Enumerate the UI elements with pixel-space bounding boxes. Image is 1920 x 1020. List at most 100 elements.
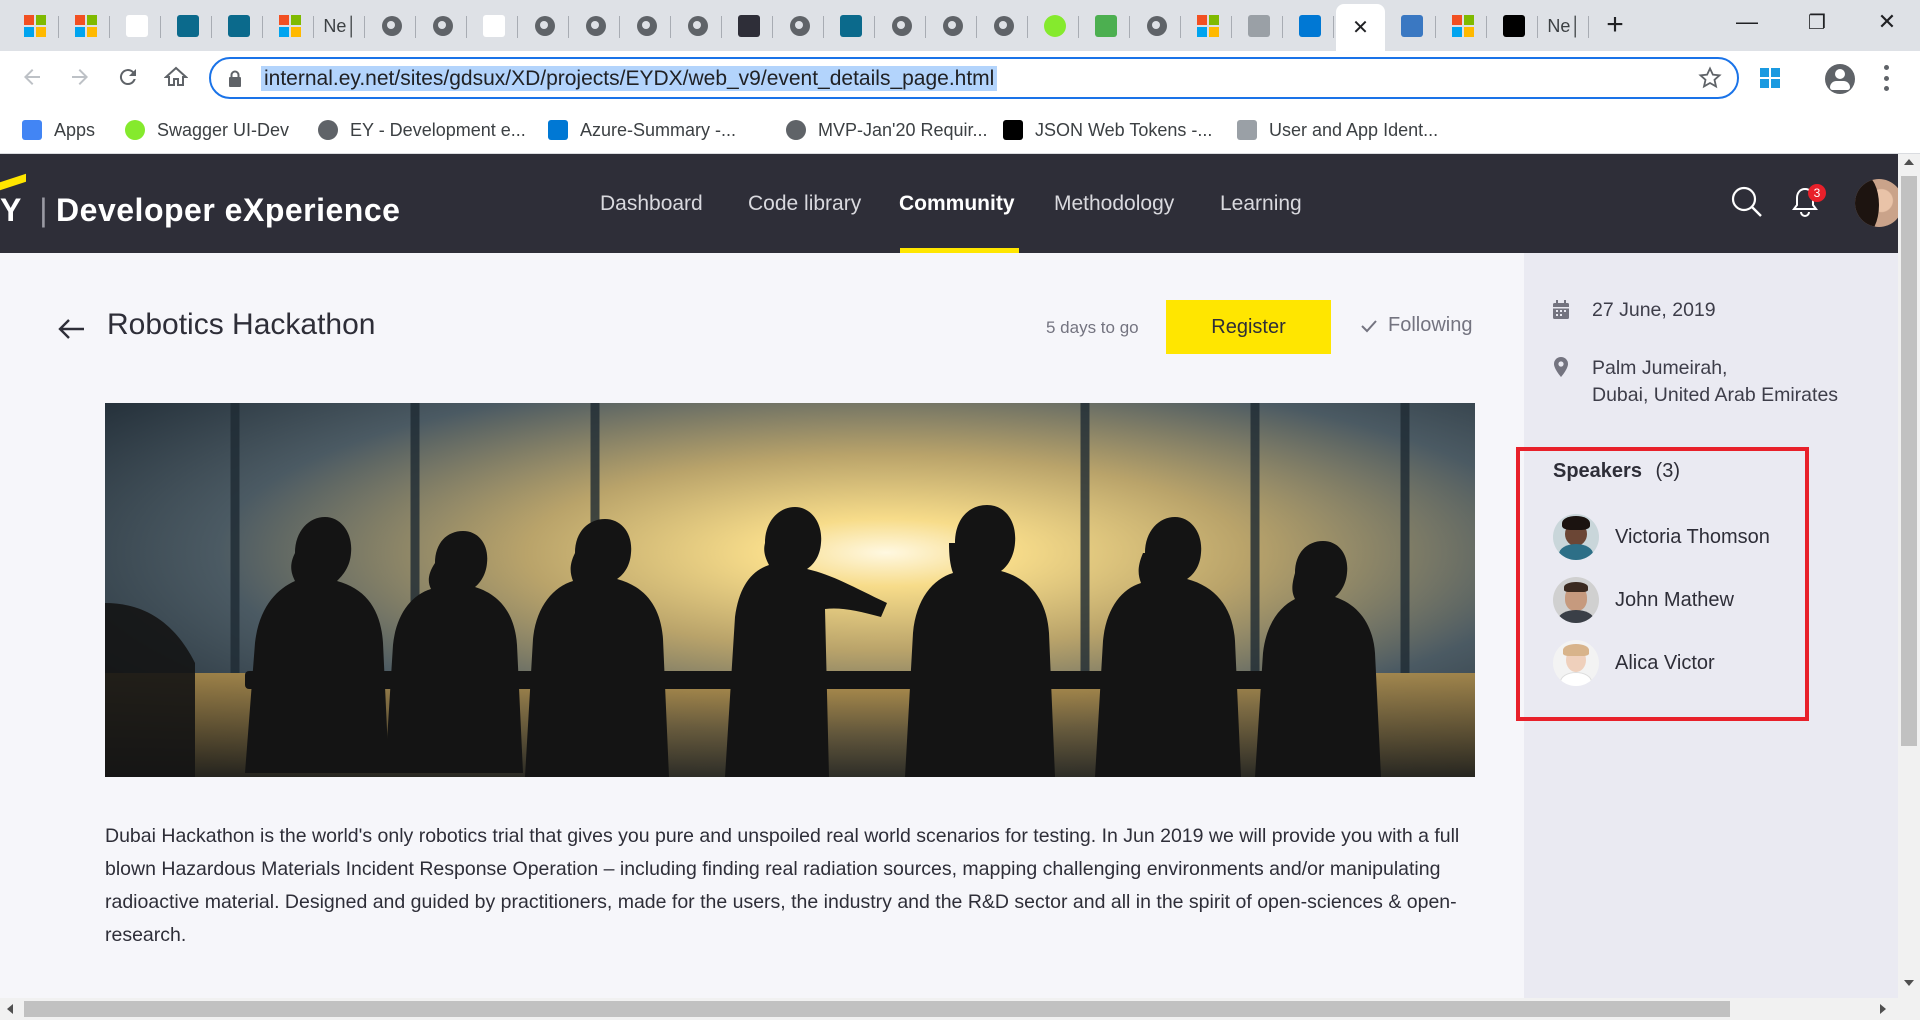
- horizontal-scrollbar[interactable]: [0, 998, 1920, 1020]
- browser-tab[interactable]: [1183, 4, 1232, 48]
- browser-tab[interactable]: [724, 4, 773, 48]
- tab-separator: [1435, 16, 1436, 38]
- browser-tab[interactable]: [418, 4, 467, 48]
- restore-button[interactable]: ❐: [1786, 0, 1848, 44]
- nav-code-library[interactable]: Code library: [748, 192, 861, 216]
- bookmark-item[interactable]: Apps: [22, 116, 95, 144]
- browser-tab[interactable]: [163, 4, 212, 48]
- speaker-item[interactable]: Victoria Thomson: [1553, 514, 1770, 560]
- windows-extension-icon[interactable]: [1760, 68, 1782, 90]
- bookmark-item[interactable]: Azure-Summary -...: [548, 116, 736, 144]
- browser-tab[interactable]: Ne│: [316, 4, 365, 48]
- new-tab-button[interactable]: +: [1595, 6, 1635, 44]
- star-icon[interactable]: [1698, 66, 1722, 90]
- browser-tab[interactable]: [571, 4, 620, 48]
- tab-separator: [109, 16, 110, 38]
- user-avatar[interactable]: [1855, 179, 1903, 227]
- browser-tab[interactable]: [826, 4, 875, 48]
- brand-divider: |: [29, 192, 49, 228]
- register-button[interactable]: Register: [1166, 300, 1331, 354]
- tab-separator: [874, 16, 875, 38]
- speaker-name[interactable]: John Mathew: [1615, 589, 1734, 612]
- bookmark-label: JSON Web Tokens -...: [1035, 119, 1213, 140]
- following-label: Following: [1388, 314, 1473, 336]
- browser-tab[interactable]: [673, 4, 722, 48]
- browser-tab[interactable]: [61, 4, 110, 48]
- browser-tab[interactable]: [1285, 4, 1334, 48]
- vertical-scroll-thumb[interactable]: [1901, 176, 1917, 746]
- browser-tab[interactable]: [214, 4, 263, 48]
- browser-tab[interactable]: [1387, 4, 1436, 48]
- tab-title: Ne│: [323, 15, 358, 36]
- browser-tab[interactable]: ✕: [1336, 4, 1385, 51]
- browser-tab[interactable]: [469, 4, 518, 48]
- browser-toolbar: internal.ey.net/sites/gdsux/XD/projects/…: [0, 51, 1920, 106]
- bookmark-label: EY - Development e...: [350, 119, 526, 140]
- nav-methodology[interactable]: Methodology: [1054, 192, 1174, 216]
- speaker-item[interactable]: John Mathew: [1553, 577, 1734, 623]
- bookmark-item[interactable]: MVP-Jan'20 Requir...: [786, 116, 988, 144]
- home-icon: [164, 66, 188, 86]
- bookmark-label: Apps: [54, 119, 96, 140]
- close-window-button[interactable]: ✕: [1856, 0, 1918, 44]
- browser-tab[interactable]: [10, 4, 59, 48]
- forward-button[interactable]: [62, 59, 98, 95]
- tab-separator: [415, 16, 416, 38]
- browser-tab[interactable]: [1489, 4, 1538, 48]
- browser-tab[interactable]: [1132, 4, 1181, 48]
- browser-tab[interactable]: [1081, 4, 1130, 48]
- menu-kebab-icon[interactable]: [1882, 65, 1890, 91]
- back-button[interactable]: [14, 59, 50, 95]
- home-button[interactable]: [158, 59, 194, 95]
- browser-tab[interactable]: [1438, 4, 1487, 48]
- bookmark-item[interactable]: User and App Ident...: [1237, 116, 1438, 144]
- browser-tab[interactable]: [1234, 4, 1283, 48]
- speaker-name[interactable]: Alica Victor: [1615, 652, 1715, 675]
- speaker-item[interactable]: Alica Victor: [1553, 640, 1715, 686]
- notification-badge: 3: [1808, 184, 1826, 202]
- event-title: Robotics Hackathon: [107, 308, 376, 341]
- scroll-down-arrow[interactable]: [1904, 980, 1914, 986]
- nav-community[interactable]: Community: [899, 192, 1015, 216]
- bookmark-item[interactable]: EY - Development e...: [318, 116, 526, 144]
- speaker-avatar: [1553, 514, 1599, 560]
- scroll-up-arrow[interactable]: [1904, 159, 1914, 165]
- reload-button[interactable]: [110, 59, 146, 95]
- url-text[interactable]: internal.ey.net/sites/gdsux/XD/projects/…: [261, 66, 998, 91]
- browser-tab[interactable]: [979, 4, 1028, 48]
- browser-tab[interactable]: [367, 4, 416, 48]
- address-bar[interactable]: internal.ey.net/sites/gdsux/XD/projects/…: [209, 57, 1739, 99]
- back-arrow-icon[interactable]: [56, 317, 86, 341]
- nav-dashboard[interactable]: Dashboard: [600, 192, 703, 216]
- scroll-left-arrow[interactable]: [7, 1004, 13, 1014]
- profile-icon[interactable]: [1825, 64, 1855, 94]
- scroll-right-arrow[interactable]: [1880, 1004, 1886, 1014]
- browser-tab[interactable]: [520, 4, 569, 48]
- following-toggle[interactable]: Following: [1360, 314, 1472, 337]
- horizontal-scroll-thumb[interactable]: [24, 1001, 1730, 1017]
- bookmark-item[interactable]: JSON Web Tokens -...: [1003, 116, 1212, 144]
- browser-tab[interactable]: [622, 4, 671, 48]
- tab-separator: [364, 16, 365, 38]
- swagger-icon: [125, 120, 145, 140]
- browser-tab[interactable]: [265, 4, 314, 48]
- browser-tab[interactable]: [928, 4, 977, 48]
- bookmark-item[interactable]: Swagger UI-Dev: [125, 116, 289, 144]
- browser-tab-strip: Ne│ ✕ Ne│ + — ❐ ✕: [0, 0, 1920, 51]
- brand-logo[interactable]: Y | Developer eXperience: [0, 192, 400, 229]
- nav-learning[interactable]: Learning: [1220, 192, 1302, 216]
- sharepoint-icon: [176, 15, 199, 37]
- browser-tab[interactable]: [112, 4, 161, 48]
- browser-tab[interactable]: Ne│: [1540, 4, 1589, 48]
- ey-icon: [737, 15, 760, 37]
- minimize-button[interactable]: —: [1716, 0, 1778, 44]
- brand-prefix: Y: [0, 192, 22, 228]
- tab-separator: [1588, 16, 1589, 38]
- browser-tab[interactable]: [877, 4, 926, 48]
- speaker-name[interactable]: Victoria Thomson: [1615, 526, 1770, 549]
- microsoft-icon: [23, 15, 46, 37]
- browser-tab[interactable]: [775, 4, 824, 48]
- browser-tab[interactable]: [1030, 4, 1079, 48]
- search-icon[interactable]: [1730, 185, 1764, 219]
- vertical-scrollbar[interactable]: [1898, 154, 1920, 1000]
